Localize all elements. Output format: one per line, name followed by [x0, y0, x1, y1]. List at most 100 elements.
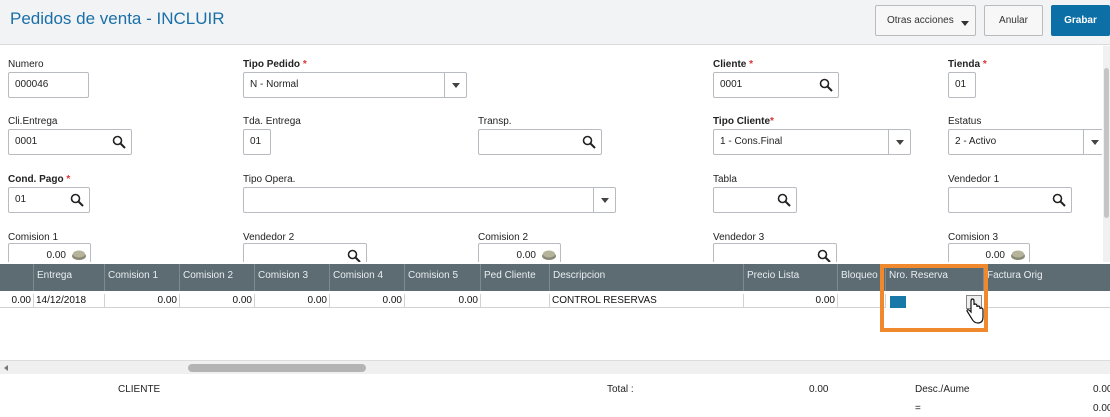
numero-label: Numero	[8, 59, 44, 70]
tienda-field[interactable]: 01	[948, 72, 976, 98]
required-mark: *	[982, 59, 987, 70]
chevron-down-icon[interactable]	[593, 188, 615, 212]
table-cell[interactable]: 0.00	[180, 294, 255, 308]
grid-header-cell[interactable]: Precio Lista	[744, 264, 838, 291]
table-cell[interactable]: 0.00	[255, 294, 330, 308]
cliente-label: Cliente *	[713, 59, 753, 70]
grabar-button[interactable]: Grabar	[1051, 5, 1110, 36]
comision1-field[interactable]: 0.00	[8, 243, 91, 262]
total-value: 0.00	[809, 384, 829, 395]
transp-label: Transp.	[478, 116, 512, 127]
vendedor3-label: Vendedor 3	[713, 232, 765, 243]
grid-header-cell[interactable]	[0, 264, 34, 291]
scroll-left-icon[interactable]	[4, 365, 8, 371]
tipo-pedido-value: N - Normal	[250, 79, 299, 90]
tda-entrega-label: Tda. Entrega	[243, 116, 301, 127]
tda-entrega-field[interactable]: 01	[243, 129, 271, 155]
tipo-pedido-label-text: Tipo Pedido	[243, 59, 301, 70]
tienda-label-text: Tienda	[948, 59, 981, 70]
table-cell[interactable]: 0.00	[405, 294, 481, 308]
grid-header-cell[interactable]: Factura Orig	[984, 264, 1110, 291]
scrollbar-thumb[interactable]	[188, 364, 366, 372]
estatus-select[interactable]: 2 - Activo	[948, 129, 1102, 155]
grid-header-cell[interactable]: Comision 1	[105, 264, 180, 291]
grid-horizontal-scrollbar[interactable]	[0, 360, 1110, 374]
tipo-opera-label: Tipo Opera.	[243, 174, 296, 185]
cond-pago-field[interactable]: 01	[8, 187, 90, 213]
cli-entrega-field[interactable]: 0001	[8, 129, 132, 155]
grid-header-cell[interactable]: Descripcion	[550, 264, 744, 291]
grid-header-cell[interactable]: Comision 2	[180, 264, 255, 291]
cond-pago-label-text: Cond. Pago	[8, 174, 64, 185]
tipo-cliente-label: Tipo Cliente*	[713, 116, 774, 127]
money-icon[interactable]	[71, 249, 87, 261]
search-icon[interactable]	[112, 135, 126, 149]
required-mark: *	[770, 116, 774, 127]
search-icon[interactable]	[582, 135, 596, 149]
required-mark: *	[302, 59, 307, 70]
table-cell[interactable]: 0.00	[0, 294, 34, 308]
comision3-field[interactable]: 0.00	[948, 243, 1030, 262]
table-cell[interactable]: 0.00	[744, 294, 838, 308]
search-icon[interactable]	[819, 78, 833, 92]
table-cell[interactable]	[838, 294, 886, 308]
total-label: Total :	[607, 384, 634, 395]
numero-field[interactable]: 000046	[8, 72, 89, 98]
grid-header-cell[interactable]: Bloqueo	[838, 264, 886, 291]
comision2-value: 0.00	[516, 250, 536, 261]
money-icon[interactable]	[541, 249, 557, 261]
cliente-field[interactable]: 0001	[713, 72, 839, 98]
chevron-down-icon[interactable]	[1083, 130, 1102, 154]
vendedor2-field[interactable]	[243, 243, 367, 262]
required-mark: *	[749, 59, 754, 70]
page-header: Pedidos de venta - INCLUIR Otras accione…	[0, 0, 1110, 45]
comision3-value: 0.00	[985, 250, 1005, 261]
vendedor1-label: Vendedor 1	[948, 174, 1000, 185]
table-cell[interactable]: CONTROL RESERVAS	[550, 294, 744, 308]
tipo-cliente-value: 1 - Cons.Final	[720, 136, 783, 147]
search-icon[interactable]	[347, 249, 361, 262]
eq-value: 0.00	[1093, 403, 1110, 414]
transp-field[interactable]	[478, 129, 602, 155]
cliente-label-text: Cliente	[713, 59, 747, 70]
tabla-field[interactable]	[713, 187, 797, 213]
order-form: Numero 000046 Tipo Pedido * N - Normal C…	[0, 46, 1102, 262]
grid-header-cell[interactable]: Ped Cliente	[481, 264, 550, 291]
anular-button[interactable]: Anular	[984, 5, 1043, 36]
tipo-opera-select[interactable]	[243, 187, 616, 213]
chevron-down-icon[interactable]	[444, 73, 466, 97]
search-icon[interactable]	[70, 193, 84, 207]
tabla-label: Tabla	[713, 174, 737, 185]
search-icon[interactable]	[817, 249, 831, 262]
cli-entrega-value: 0001	[15, 136, 38, 147]
estatus-value: 2 - Activo	[955, 136, 997, 147]
table-cell[interactable]	[984, 294, 1110, 308]
comision1-value: 0.00	[46, 250, 66, 261]
grid-header-cell[interactable]: Comision 4	[330, 264, 405, 291]
page-title: Pedidos de venta - INCLUIR	[10, 9, 225, 28]
chevron-down-icon[interactable]	[888, 130, 910, 154]
form-scrollbar[interactable]	[1103, 46, 1110, 262]
vendedor1-field[interactable]	[948, 187, 1072, 213]
tipo-pedido-label: Tipo Pedido *	[243, 59, 307, 70]
tipo-cliente-select[interactable]: 1 - Cons.Final	[713, 129, 911, 155]
grid-header-cell[interactable]: Entrega	[34, 264, 105, 291]
cond-pago-label: Cond. Pago *	[8, 174, 70, 185]
grid-header-cell[interactable]: Comision 5	[405, 264, 481, 291]
comision2-field[interactable]: 0.00	[478, 243, 561, 262]
otras-acciones-label: Otras acciones	[887, 15, 954, 26]
scrollbar-thumb[interactable]	[1104, 68, 1109, 218]
grid-header-cell[interactable]: Comision 3	[255, 264, 330, 291]
table-cell[interactable]: 0.00	[330, 294, 405, 308]
money-icon[interactable]	[1010, 249, 1026, 261]
search-icon[interactable]	[777, 193, 791, 207]
vendedor3-field[interactable]	[713, 243, 837, 262]
desc-label: Desc./Aume	[915, 384, 970, 395]
vendedor2-label: Vendedor 2	[243, 232, 295, 243]
table-cell[interactable]: 14/12/2018	[34, 294, 105, 308]
table-cell[interactable]	[481, 294, 550, 308]
search-icon[interactable]	[1052, 193, 1066, 207]
otras-acciones-button[interactable]: Otras acciones	[875, 5, 976, 36]
tipo-pedido-select[interactable]: N - Normal	[243, 72, 467, 98]
table-cell[interactable]: 0.00	[105, 294, 180, 308]
